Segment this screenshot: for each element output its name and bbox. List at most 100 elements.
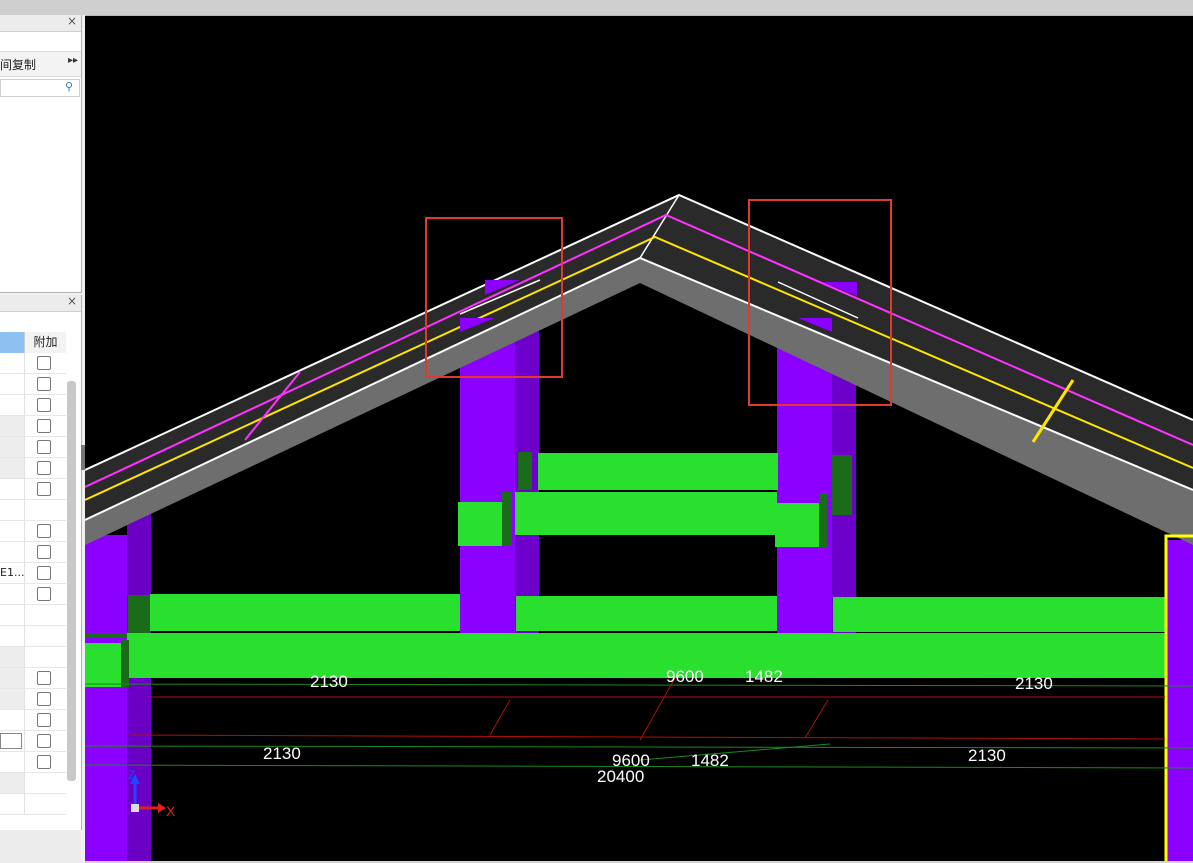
attach-checkbox[interactable]	[37, 545, 51, 559]
property-name-cell	[0, 752, 25, 772]
property-row[interactable]	[0, 710, 66, 731]
beam-shadow	[832, 455, 852, 515]
property-name-cell	[0, 773, 25, 793]
property-row[interactable]	[0, 668, 66, 689]
attach-checkbox[interactable]	[37, 755, 51, 769]
dimension-label: 1482	[745, 667, 783, 686]
3d-viewport[interactable]: 2130 9600 1482 2130 2130 9600 20400 1482…	[85, 16, 1193, 861]
beam-end[interactable]	[85, 643, 121, 687]
property-row[interactable]	[0, 500, 66, 521]
column[interactable]	[85, 535, 127, 861]
beam-shadow	[121, 640, 129, 687]
property-row[interactable]	[0, 752, 66, 773]
beam[interactable]	[516, 596, 777, 631]
properties-header: 附加	[0, 332, 66, 353]
property-name-cell	[0, 458, 25, 478]
property-row[interactable]	[0, 437, 66, 458]
beam-end[interactable]	[458, 502, 502, 546]
close-icon[interactable]: ×	[67, 294, 77, 308]
property-name-cell	[0, 500, 25, 520]
attach-checkbox[interactable]	[37, 482, 51, 496]
property-row[interactable]	[0, 479, 66, 500]
beam[interactable]	[515, 492, 777, 535]
attach-checkbox[interactable]	[37, 713, 51, 727]
property-row[interactable]: E1...	[0, 563, 66, 584]
property-name-cell	[0, 416, 25, 436]
attach-checkbox[interactable]	[37, 671, 51, 685]
attach-checkbox[interactable]	[37, 734, 51, 748]
property-row[interactable]	[0, 794, 66, 815]
search-input[interactable]: ⚲	[0, 79, 80, 97]
property-row[interactable]	[0, 647, 66, 668]
left-panel: × 间复制 ▸▸ ⚲ × 附加 E1...	[0, 14, 85, 863]
model-view[interactable]: 2130 9600 1482 2130 2130 9600 20400 1482…	[85, 16, 1193, 861]
property-row[interactable]	[0, 773, 66, 794]
copy-label[interactable]: 间复制	[0, 56, 36, 73]
attach-checkbox[interactable]	[37, 692, 51, 706]
property-name-cell	[0, 374, 25, 394]
attach-checkbox[interactable]	[37, 566, 51, 580]
beam[interactable]	[833, 597, 1165, 632]
more-arrow-icon[interactable]: ▸▸	[68, 55, 78, 66]
dimension-label: 2130	[310, 672, 348, 691]
beam-shadow	[502, 492, 512, 546]
property-name-cell	[0, 584, 25, 604]
property-row[interactable]	[0, 395, 66, 416]
column-header-extra: 附加	[25, 332, 66, 353]
property-row[interactable]	[0, 605, 66, 626]
column[interactable]	[777, 330, 832, 635]
property-row[interactable]	[0, 353, 66, 374]
beam[interactable]	[127, 633, 1165, 678]
property-row[interactable]	[0, 416, 66, 437]
dimension-label: 2130	[968, 746, 1006, 765]
property-row[interactable]	[0, 584, 66, 605]
attach-checkbox[interactable]	[37, 398, 51, 412]
beam-shadow	[128, 595, 150, 633]
properties-panel-title: ×	[0, 294, 81, 312]
property-name-cell	[0, 626, 25, 646]
header-selected-cell	[0, 332, 25, 353]
property-row[interactable]	[0, 521, 66, 542]
property-row[interactable]	[0, 689, 66, 710]
property-name-cell	[0, 731, 25, 751]
beam-end[interactable]	[775, 503, 819, 547]
beam[interactable]	[538, 453, 778, 490]
property-row[interactable]	[0, 374, 66, 395]
tree-panel: × 间复制 ▸▸ ⚲	[0, 14, 82, 293]
dimension-label: 2130	[263, 744, 301, 763]
beam[interactable]	[150, 594, 460, 631]
search-icon[interactable]: ⚲	[65, 80, 73, 93]
column[interactable]	[460, 330, 515, 635]
property-name-cell	[0, 395, 25, 415]
dimension-label: 9600	[666, 667, 704, 686]
axis-label-x: X	[166, 803, 176, 819]
axis-label-z: Z	[128, 768, 135, 782]
property-name-cell	[0, 668, 25, 688]
property-name-cell	[0, 689, 25, 709]
close-icon[interactable]: ×	[67, 14, 77, 28]
top-bar	[0, 0, 1193, 16]
property-value-input[interactable]	[0, 733, 22, 749]
attach-checkbox[interactable]	[37, 587, 51, 601]
copy-toolbar[interactable]: 间复制 ▸▸	[0, 51, 81, 77]
attach-checkbox[interactable]	[37, 356, 51, 370]
attach-checkbox[interactable]	[37, 461, 51, 475]
column[interactable]	[1165, 540, 1193, 861]
bottom-panel	[0, 830, 81, 863]
attach-checkbox[interactable]	[37, 377, 51, 391]
property-name-cell	[0, 542, 25, 562]
beam-shadow	[85, 633, 127, 638]
attach-checkbox[interactable]	[37, 440, 51, 454]
property-name-cell	[0, 479, 25, 499]
beam-shadow	[518, 452, 532, 490]
property-row[interactable]	[0, 626, 66, 647]
property-row[interactable]	[0, 731, 66, 752]
attach-checkbox[interactable]	[37, 524, 51, 538]
property-name-cell	[0, 353, 25, 373]
property-text: E1...	[0, 566, 25, 579]
scrollbar[interactable]	[67, 381, 76, 781]
attach-checkbox[interactable]	[37, 419, 51, 433]
property-row[interactable]	[0, 458, 66, 479]
property-name-cell	[0, 647, 25, 667]
property-row[interactable]	[0, 542, 66, 563]
